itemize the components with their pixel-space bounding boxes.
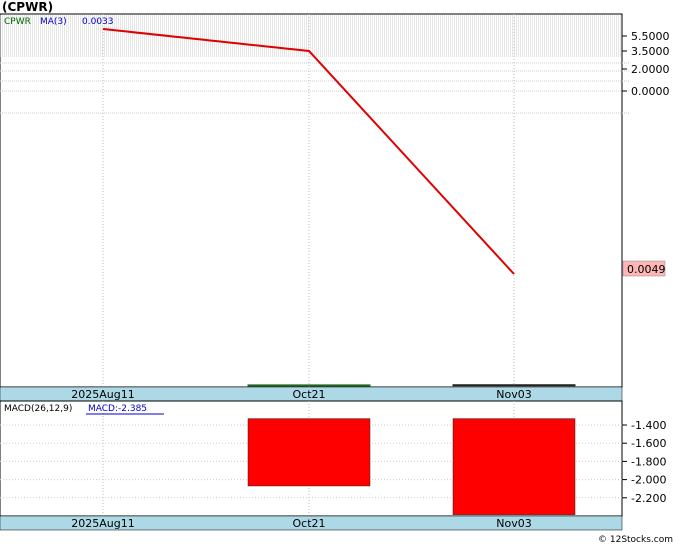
price-panel-frame	[0, 13, 623, 388]
chart-canvas: (CPWR) 5.5000 3.5000 2.0000 0.0000 CPWR MA(…	[0, 0, 673, 545]
macd-legend-label: MACD(26,12,9)	[4, 404, 72, 414]
price-axis: 5.5000 3.5000 2.0000 0.0000	[622, 30, 670, 98]
macd-bar	[247, 418, 371, 487]
macd-bar	[452, 418, 576, 515]
date-label: Oct21	[292, 388, 325, 401]
last-price-label: 0.0049	[627, 263, 666, 276]
price-tick-label: 2.0000	[631, 63, 670, 76]
legend-symbol: CPWR	[4, 17, 31, 27]
candle-body	[247, 384, 371, 387]
macd-axis: -1.400 -1.600 -1.800 -2.000 -2.200	[622, 419, 666, 505]
date-label: Nov03	[496, 388, 531, 401]
legend-ma-label: MA(3)	[40, 17, 67, 27]
footer-credit: © 12Stocks.com	[598, 535, 673, 545]
price-tick-label: 0.0000	[631, 85, 670, 98]
price-tick-label: 3.5000	[631, 45, 670, 58]
macd-legend-value: MACD:-2.385	[88, 404, 147, 414]
macd-tick-label: -2.200	[631, 492, 666, 505]
date-label: 2025Aug11	[71, 388, 134, 401]
date-label: Oct21	[292, 517, 325, 530]
macd-tick-label: -1.600	[631, 437, 666, 450]
date-label: 2025Aug11	[71, 517, 134, 530]
macd-tick-label: -2.000	[631, 474, 666, 487]
macd-tick-label: -1.400	[631, 419, 666, 432]
date-label: Nov03	[496, 517, 531, 530]
price-panel: 5.5000 3.5000 2.0000 0.0000 CPWR MA(3) 0.00…	[0, 13, 670, 388]
candle-body	[452, 384, 576, 387]
legend-ma-value: 0.0033	[82, 17, 114, 27]
macd-tick-label: -1.800	[631, 455, 666, 468]
macd-panel: -1.400 -1.600 -1.800 -2.000 -2.200 MACD(26,1…	[0, 400, 666, 517]
chart-title: (CPWR)	[2, 0, 53, 14]
price-tick-label: 5.5000	[631, 30, 670, 43]
